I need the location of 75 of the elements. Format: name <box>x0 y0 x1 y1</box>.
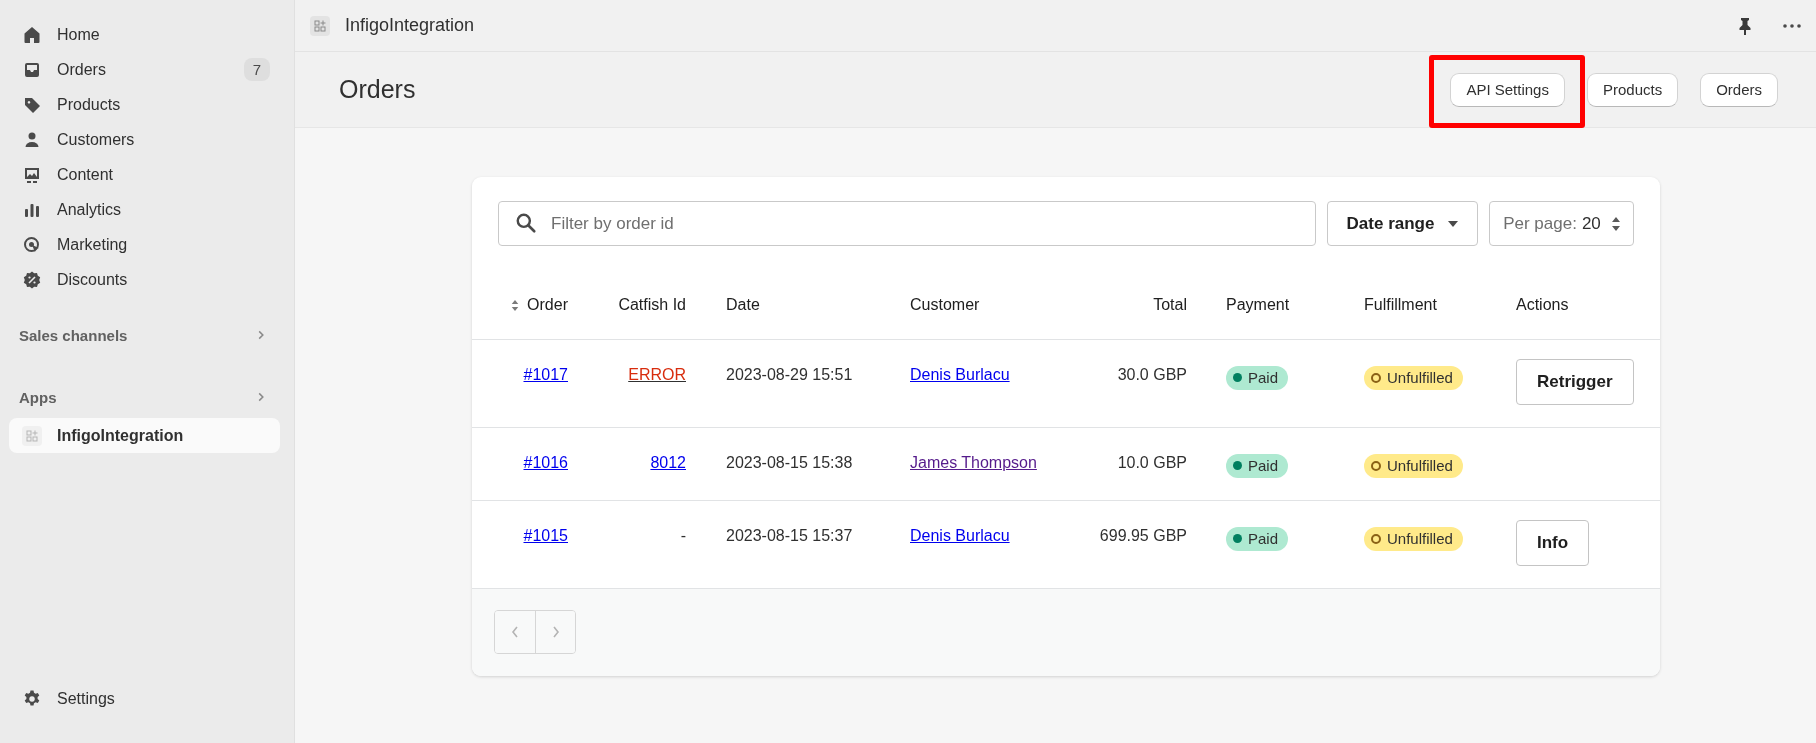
table-cell: 10.0 GBP <box>1117 453 1187 471</box>
nav-label: Customers <box>57 130 135 149</box>
table-cell: 2023-08-15 15:37 <box>726 526 853 544</box>
chevron-left-icon <box>510 625 520 639</box>
nav-item[interactable]: Orders 7 <box>9 52 280 87</box>
status-pill: Paid <box>1226 453 1289 478</box>
nav-item[interactable]: Products <box>9 87 280 122</box>
date-range-dropdown[interactable]: Date range <box>1327 201 1478 246</box>
nav-label: Content <box>57 165 114 184</box>
caret-down-icon <box>1448 220 1459 227</box>
section-title: Apps <box>19 388 57 406</box>
action-button[interactable]: Info <box>1516 519 1590 566</box>
nav-label: Marketing <box>57 235 128 254</box>
nav-item[interactable]: Marketing <box>9 227 280 262</box>
app-title: InfigoIntegration <box>345 15 475 36</box>
header-button[interactable]: Products <box>1586 72 1679 107</box>
header-button[interactable]: API Settings <box>1450 72 1565 107</box>
customer-link[interactable]: Denis Burlacu <box>910 526 1010 544</box>
action-button[interactable]: Retrigger <box>1516 358 1634 405</box>
catfish-id-link[interactable]: 8012 <box>650 453 686 471</box>
column-header: Actions <box>1516 295 1569 315</box>
app-nav-item[interactable]: InfigoIntegration <box>9 418 280 453</box>
order-link[interactable]: #1017 <box>523 365 568 383</box>
nav-label: Products <box>57 95 121 114</box>
error-link[interactable]: ERROR <box>628 365 686 383</box>
settings-nav-item[interactable]: Settings <box>9 681 280 716</box>
table-cell: 2023-08-29 15:51 <box>726 365 853 383</box>
table-cell: 30.0 GBP <box>1117 365 1187 383</box>
column-header: Catfish Id <box>618 295 686 315</box>
nav-label: InfigoIntegration <box>57 426 184 445</box>
sort-arrows-icon <box>1611 216 1620 231</box>
order-link[interactable]: #1015 <box>523 526 568 544</box>
search-field[interactable]: Filter by order id <box>498 201 1316 246</box>
nav-label: Settings <box>57 689 115 708</box>
table-cell: - <box>680 526 686 544</box>
app-grid-icon <box>310 15 330 36</box>
page-title: Orders <box>339 75 416 104</box>
more-icon[interactable] <box>1782 22 1802 29</box>
sort-arrows-icon <box>511 298 520 312</box>
discount-badge-icon <box>22 269 42 290</box>
customer-link[interactable]: James Thompson <box>910 453 1037 471</box>
section-title: Sales channels <box>19 326 128 344</box>
nav-item[interactable]: Analytics <box>9 192 280 227</box>
table-cell: 2023-08-15 15:38 <box>726 453 853 471</box>
status-pill: Paid <box>1226 365 1289 390</box>
status-pill: Unfulfilled <box>1364 453 1463 478</box>
target-icon <box>22 234 42 255</box>
order-link[interactable]: #1016 <box>523 453 568 471</box>
column-header: Customer <box>910 295 980 315</box>
search-icon <box>515 212 537 234</box>
chevron-right-icon <box>550 625 561 639</box>
header-button[interactable]: Orders <box>1700 72 1778 107</box>
nav-label: Home <box>57 25 100 44</box>
app-grid-icon <box>22 425 42 446</box>
customer-link[interactable]: Denis Burlacu <box>910 365 1010 383</box>
nav-item[interactable]: Customers <box>9 122 280 157</box>
column-header: Payment <box>1226 295 1290 315</box>
column-header: Fulfillment <box>1364 295 1437 315</box>
nav-item[interactable]: Home <box>9 17 280 52</box>
status-pill: Unfulfilled <box>1364 526 1463 551</box>
nav-label: Analytics <box>57 200 122 219</box>
status-pill: Unfulfilled <box>1364 365 1463 390</box>
nav-item[interactable]: Discounts <box>9 262 280 297</box>
settings-icon <box>22 688 42 709</box>
home-icon <box>22 24 42 45</box>
column-header[interactable]: Order <box>511 293 568 317</box>
nav-label: Orders <box>57 60 106 79</box>
nav-item[interactable]: Content <box>9 157 280 192</box>
nav-label: Discounts <box>57 270 128 289</box>
status-pill: Paid <box>1226 526 1289 551</box>
column-header: Date <box>726 295 760 315</box>
table-cell: 699.95 GBP <box>1099 526 1187 544</box>
per-page-select[interactable]: Per page: 20 <box>1489 201 1634 246</box>
column-header: Total <box>1153 295 1187 315</box>
count-badge: 7 <box>243 58 270 81</box>
